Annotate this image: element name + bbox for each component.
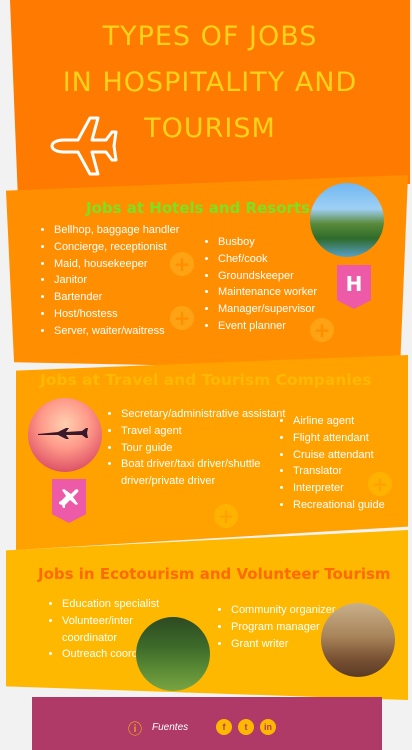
list-item: Maintenance worker [218, 284, 348, 301]
list-item: Tour guide [121, 440, 286, 457]
plus-icon: + [214, 504, 238, 528]
list-item: Travel agent [121, 423, 286, 440]
facebook-icon[interactable]: f [216, 719, 232, 735]
info-icon[interactable]: ⓘ [128, 719, 142, 739]
hotel-resort-photo [310, 183, 384, 257]
tea-field-photo [136, 617, 210, 691]
list-item: Education specialist [62, 596, 172, 613]
list-item: Groundskeeper [218, 268, 348, 285]
travel-list-right: Airline agent Flight attendant Cruise at… [279, 413, 393, 514]
list-item: Bartender [54, 289, 204, 306]
volunteer-group-photo [321, 603, 395, 677]
linkedin-icon[interactable]: in [260, 719, 276, 735]
twitter-icon[interactable]: t [238, 719, 254, 735]
plus-icon: + [368, 472, 392, 496]
travel-section-title: Jobs at Travel and Tourism Companies [40, 371, 372, 389]
list-item: Chef/cook [218, 251, 348, 268]
airplane-sunset-photo [28, 398, 102, 472]
travel-list-left: Secretary/administrative assistant Trave… [107, 406, 286, 490]
plus-icon: + [170, 306, 194, 330]
footer-bar [32, 697, 382, 750]
flight-badge [52, 479, 86, 523]
list-item: Cruise attendant [293, 447, 393, 464]
list-item: Flight attendant [293, 430, 393, 447]
list-item: Community organizer [231, 602, 341, 619]
list-item: Manager/supervisor [218, 301, 348, 318]
list-item: Recreational guide [293, 497, 393, 514]
sources-link[interactable]: Fuentes [152, 722, 188, 733]
plus-icon: + [310, 318, 334, 342]
hotels-section-title: Jobs at Hotels and Resorts [86, 199, 310, 217]
list-item: Bellhop, baggage handler [54, 222, 204, 239]
title-line-2: IN HOSPITALITY AND [62, 67, 358, 98]
list-item: Boat driver/taxi driver/shuttle driver/p… [121, 456, 286, 490]
airplane-icon [50, 116, 118, 176]
title-line-1: TYPES OF JOBS [102, 21, 318, 52]
plus-icon: + [170, 252, 194, 276]
list-item: Airline agent [293, 413, 393, 430]
hotel-badge-icon: H [337, 265, 371, 309]
airplane-icon [59, 489, 79, 508]
list-item: Secretary/administrative assistant [121, 406, 286, 423]
airplane-silhouette-icon [38, 428, 88, 439]
eco-section-title: Jobs in Ecotourism and Volunteer Tourism [38, 565, 391, 583]
